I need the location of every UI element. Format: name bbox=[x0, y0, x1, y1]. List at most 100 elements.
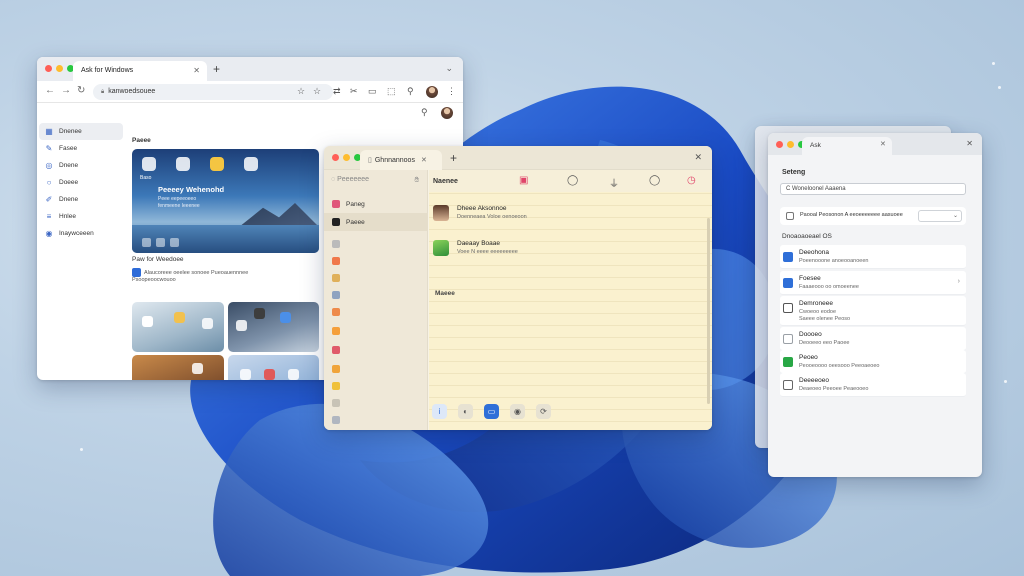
sidebar-icon[interactable] bbox=[332, 291, 340, 299]
bookmark-icon[interactable]: ☆ bbox=[313, 86, 321, 97]
notes-title: Naenee bbox=[433, 178, 458, 185]
eye-icon[interactable]: ◉ bbox=[510, 404, 525, 419]
section-link[interactable]: Psoopeoocwouoo bbox=[132, 277, 176, 283]
notes-tab[interactable]: ▯ Ghnnannoos ✕ bbox=[360, 150, 442, 170]
calendar-icon[interactable]: ▣ bbox=[519, 175, 528, 186]
sidebar-item-2[interactable]: ✎ Fasee bbox=[37, 140, 127, 157]
hand-icon[interactable]: ✋︎ bbox=[414, 175, 419, 185]
minimize-window-button[interactable] bbox=[56, 65, 63, 72]
reload-icon[interactable]: ↻ bbox=[77, 85, 85, 96]
featured-tile[interactable] bbox=[132, 355, 224, 380]
sidebar-item-1[interactable]: Paneg bbox=[324, 195, 428, 213]
close-icon[interactable]: ✕ bbox=[966, 139, 973, 148]
back-icon[interactable]: ← bbox=[45, 85, 55, 96]
search-icon[interactable]: ◯ bbox=[567, 175, 578, 186]
settings-item[interactable]: Peoeo Peooeoooo oeesooo Peeoaeoeo bbox=[780, 350, 966, 374]
sidebar-icon[interactable] bbox=[332, 416, 340, 424]
section-card[interactable]: Alaucoreee oeelee sonoee Pueoauennnee Ps… bbox=[132, 268, 252, 284]
download-icon[interactable]: ⬚ bbox=[387, 86, 396, 97]
refresh-icon[interactable]: ⟳ bbox=[536, 404, 551, 419]
close-tab-icon[interactable]: ✕ bbox=[880, 140, 886, 148]
settings-item[interactable]: Foesee Faaaeooo oo omoeenee › bbox=[780, 271, 966, 295]
forward-icon[interactable]: → bbox=[61, 85, 71, 96]
settings-item-title: Demroneee bbox=[799, 300, 833, 307]
clock-icon[interactable]: ◷ bbox=[687, 175, 696, 186]
app-icon[interactable] bbox=[244, 157, 258, 171]
menu-icon[interactable]: ⋮ bbox=[447, 86, 456, 97]
settings-item[interactable]: Deeeeoeo Deaeoeo Peeoee Peaeooeo bbox=[780, 373, 966, 397]
featured-tile[interactable] bbox=[228, 302, 319, 352]
language-dropdown[interactable]: ⌄ bbox=[918, 210, 962, 222]
sidebar-item-6[interactable]: ≡ Hnlee bbox=[37, 208, 127, 225]
settings-tab[interactable]: Ask bbox=[802, 137, 892, 155]
sidebar-icon[interactable] bbox=[332, 327, 340, 335]
sidebar-item-7[interactable]: ◉ Inaywceeen bbox=[37, 225, 127, 242]
sidebar-icon[interactable] bbox=[332, 274, 340, 282]
tile-app-icon bbox=[288, 369, 299, 380]
featured-tile[interactable] bbox=[228, 355, 319, 380]
featured-tile[interactable] bbox=[132, 302, 224, 352]
search-icon[interactable]: ⚲ bbox=[421, 107, 428, 118]
info-icon[interactable]: i bbox=[432, 404, 447, 419]
filter-icon[interactable]: ⏚ bbox=[609, 175, 619, 190]
language-row[interactable]: Paooal Peosonon A eeoeeeeeee aasuoee ⌄ bbox=[780, 207, 966, 225]
avatar[interactable] bbox=[426, 86, 438, 98]
sidebar-item-4[interactable]: ○ Doeee bbox=[37, 174, 127, 191]
notes-toolbar: Naenee ▣ ◯ ⏚ ◯ ◷ bbox=[429, 170, 712, 192]
sidebar-search[interactable]: ◌ Peeeeeee bbox=[331, 176, 369, 183]
window-controls bbox=[776, 141, 805, 148]
sidebar-item-5[interactable]: ✐ Dnene bbox=[37, 191, 127, 208]
search-input[interactable]: C Woneloonel Aaaena bbox=[780, 183, 966, 195]
star-icon[interactable]: ☆ bbox=[297, 86, 305, 97]
hero-action-button[interactable] bbox=[142, 238, 151, 247]
scrollbar[interactable] bbox=[707, 218, 710, 404]
app-logo-icon bbox=[132, 268, 141, 277]
settings-item-title: Deeeeoeo bbox=[799, 377, 829, 384]
mountain-image bbox=[239, 203, 319, 227]
sidebar-icon[interactable] bbox=[332, 308, 340, 316]
new-tab-button[interactable]: + bbox=[213, 62, 220, 76]
hero-banner[interactable]: Baso Peeeey Wehenohd Peee eepeeoeeo fenm… bbox=[132, 149, 319, 253]
sidebar-item-home[interactable]: ▦ Dnenee bbox=[39, 123, 123, 140]
home-icon: ▦ bbox=[45, 127, 53, 136]
folder-icon bbox=[332, 200, 340, 208]
document-icon bbox=[783, 334, 793, 344]
app-icon[interactable] bbox=[210, 157, 224, 171]
close-window-button[interactable] bbox=[45, 65, 52, 72]
settings-item[interactable]: Demroneee Cwoeoo eodoe Saeee olenee Peos… bbox=[780, 296, 966, 326]
avatar[interactable] bbox=[441, 107, 453, 119]
browser-toolbar: ← → ↻ 🔒︎ kanwoedsouee ☆ ☆ ⇄ ✂ ▭ ⬚ ⚲ ⋮ bbox=[37, 81, 463, 103]
settings-item-desc: Deooeeo eeo Paoee bbox=[799, 340, 850, 346]
hero-action-button[interactable] bbox=[170, 238, 179, 247]
sidebar-item-3[interactable]: ◎ Dnene bbox=[37, 157, 127, 174]
app-icon[interactable] bbox=[142, 157, 156, 171]
extension-icon[interactable]: ⇄ bbox=[333, 86, 341, 97]
hero-action-button[interactable] bbox=[156, 238, 165, 247]
settings-item[interactable]: Doooeo Deooeeo eeo Paoee bbox=[780, 327, 966, 351]
close-window-button[interactable] bbox=[776, 141, 783, 148]
close-tab-icon[interactable]: ✕ bbox=[193, 66, 200, 75]
sidebar-icon[interactable] bbox=[332, 257, 340, 265]
close-icon[interactable]: ✕ bbox=[694, 152, 702, 163]
screen-icon[interactable]: ▭ bbox=[484, 404, 499, 419]
sidebar-icon[interactable] bbox=[332, 240, 340, 248]
settings-item[interactable]: Deeohona Poeenooone anoeooanoeen bbox=[780, 245, 966, 269]
tab-list-chevron-icon[interactable]: ⌄ bbox=[445, 63, 453, 74]
sidebar-icon[interactable] bbox=[332, 365, 340, 373]
close-window-button[interactable] bbox=[332, 154, 339, 161]
sidebar-icon[interactable] bbox=[332, 382, 340, 390]
browser-tab[interactable]: Ask for Windows ✕ bbox=[73, 61, 207, 81]
share-icon[interactable]: ◐ bbox=[458, 404, 473, 419]
new-tab-button[interactable]: + bbox=[450, 151, 457, 165]
translate-icon[interactable]: ✂ bbox=[350, 86, 358, 97]
minimize-window-button[interactable] bbox=[787, 141, 794, 148]
search-icon[interactable]: ⚲ bbox=[407, 86, 414, 97]
minimize-window-button[interactable] bbox=[343, 154, 350, 161]
media-icon[interactable]: ▭ bbox=[368, 86, 377, 97]
close-tab-icon[interactable]: ✕ bbox=[421, 157, 427, 164]
sidebar-item-2[interactable]: Paeee bbox=[324, 213, 428, 231]
sidebar-icon[interactable] bbox=[332, 346, 340, 354]
app-icon[interactable] bbox=[176, 157, 190, 171]
sidebar-icon[interactable] bbox=[332, 399, 340, 407]
search-icon[interactable]: ◯ bbox=[649, 175, 660, 186]
